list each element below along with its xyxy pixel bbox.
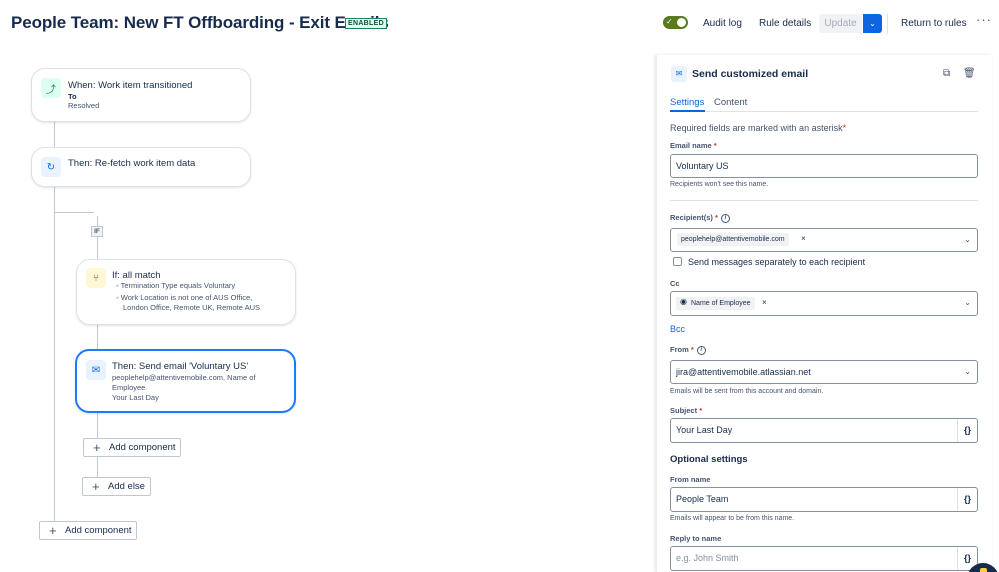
- condition-item-continued: London Office, Remote UK, Remote AUS: [123, 303, 261, 312]
- add-component-label: Add component: [65, 525, 132, 536]
- connector-line: [97, 324, 98, 350]
- subject-input[interactable]: Your Last Day {}: [670, 418, 978, 443]
- duplicate-icon[interactable]: ⧉: [943, 68, 950, 79]
- subject-label: Subject *: [670, 406, 703, 415]
- send-separately-checkbox[interactable]: [673, 257, 682, 266]
- send-separately-label: Send messages separately to each recipie…: [688, 257, 866, 267]
- recipient-chip: peoplehelp@attentivemobile.com: [677, 233, 789, 246]
- page-title: People Team: New FT Offboarding - Exit E…: [11, 13, 389, 32]
- from-name-help: Emails will appear to be from this name.: [670, 515, 795, 522]
- tab-settings[interactable]: Settings: [670, 97, 704, 108]
- add-component-outer-button[interactable]: + Add component: [39, 521, 137, 540]
- plus-icon: +: [93, 440, 101, 455]
- send-email-title: Then: Send email 'Voluntary US': [112, 361, 249, 372]
- chevron-down-icon: ⌄: [869, 19, 876, 28]
- email-icon: ✉: [671, 66, 687, 82]
- trigger-node[interactable]: [31, 68, 251, 122]
- condition-item: ◦ Termination Type equals Voluntary: [116, 281, 236, 290]
- rule-details-button[interactable]: Rule details: [759, 14, 811, 33]
- connector-line: [97, 457, 98, 477]
- trigger-to-value: Resolved: [68, 101, 100, 110]
- connector-line: [54, 212, 94, 213]
- add-else-label: Add else: [108, 481, 145, 492]
- toggle-knob: [677, 18, 686, 27]
- branch-icon: ⑂: [86, 268, 106, 288]
- email-icon: ✉: [86, 360, 106, 380]
- rule-enabled-toggle[interactable]: ✓: [663, 16, 688, 29]
- email-name-label: Email name *: [670, 141, 717, 150]
- add-component-label: Add component: [109, 442, 176, 453]
- header-divider: [887, 13, 888, 34]
- from-label: From * i: [670, 345, 706, 355]
- panel-title: Send customized email: [692, 68, 809, 80]
- email-name-input[interactable]: Voluntary US: [670, 154, 978, 178]
- from-name-label: From name: [670, 475, 711, 484]
- chevron-down-icon: ⌄: [964, 298, 971, 307]
- cc-label: Cc: [670, 279, 680, 288]
- info-icon[interactable]: i: [696, 345, 706, 355]
- cc-chip: Name of Employee: [676, 297, 755, 310]
- tab-active-indicator: [670, 110, 705, 112]
- reply-to-name-label: Reply to name: [670, 534, 722, 543]
- status-badge: ENABLED: [345, 18, 387, 29]
- required-note: Required fields are marked with an aster…: [670, 123, 847, 133]
- info-icon[interactable]: i: [720, 213, 730, 223]
- condition-title: If: all match: [112, 270, 161, 281]
- smart-value-button[interactable]: {}: [957, 488, 977, 511]
- update-button[interactable]: Update: [819, 14, 862, 33]
- optional-settings-heading: Optional settings: [670, 454, 748, 465]
- reply-to-name-input[interactable]: e.g. John Smith {}: [670, 546, 978, 571]
- tab-underline: [670, 111, 978, 112]
- condition-item: ◦ Work Location is not one of AUS Office…: [116, 293, 253, 302]
- plus-icon: +: [49, 523, 57, 538]
- tab-content[interactable]: Content: [714, 97, 747, 108]
- connector-line: [54, 121, 55, 148]
- recipients-label: Recipient(s) * i: [670, 213, 730, 223]
- check-icon: ✓: [666, 17, 673, 26]
- email-name-help: Recipients won't see this name.: [670, 181, 769, 188]
- more-options-icon[interactable]: ···: [976, 12, 992, 27]
- chevron-down-icon: ⌄: [964, 235, 971, 244]
- user-icon: ◉: [680, 297, 687, 306]
- remove-chip-icon[interactable]: ×: [762, 298, 767, 307]
- chevron-down-icon: ⌄: [964, 367, 971, 376]
- return-to-rules-button[interactable]: Return to rules: [901, 14, 967, 33]
- send-email-subject: Your Last Day: [112, 393, 159, 402]
- audit-log-button[interactable]: Audit log: [703, 14, 742, 33]
- refresh-icon: ↻: [41, 157, 61, 177]
- lightbulb-icon: [980, 568, 987, 572]
- connector-line: [97, 237, 98, 259]
- trash-icon[interactable]: 🗑: [963, 68, 976, 79]
- section-divider: [670, 200, 978, 201]
- send-email-recipients-cont: Employee: [112, 383, 146, 392]
- refetch-title: Then: Re-fetch work item data: [68, 158, 196, 169]
- remove-chip-icon[interactable]: ×: [801, 234, 806, 243]
- condition-node[interactable]: [76, 259, 296, 325]
- from-name-input[interactable]: People Team {}: [670, 487, 978, 512]
- plus-icon: +: [92, 479, 100, 494]
- add-component-button[interactable]: + Add component: [83, 438, 181, 457]
- send-email-recipients: peoplehelp@attentivemobile.com, Name of: [112, 373, 256, 382]
- connector-line: [54, 186, 55, 523]
- trigger-icon: ⤴: [41, 78, 61, 98]
- add-else-button[interactable]: + Add else: [82, 477, 151, 496]
- trigger-title: When: Work item transitioned: [68, 80, 193, 91]
- from-help: Emails will be sent from this account an…: [670, 388, 824, 395]
- reply-to-name-placeholder: e.g. John Smith: [676, 553, 739, 563]
- if-branch-chip[interactable]: IF: [91, 226, 103, 237]
- update-dropdown-button[interactable]: ⌄: [863, 14, 882, 33]
- bcc-link[interactable]: Bcc: [670, 324, 685, 334]
- smart-value-button[interactable]: {}: [957, 419, 977, 442]
- from-select[interactable]: jira@attentivemobile.atlassian.net ⌄: [670, 360, 978, 384]
- connector-line: [97, 412, 98, 438]
- connector-line: [97, 216, 98, 226]
